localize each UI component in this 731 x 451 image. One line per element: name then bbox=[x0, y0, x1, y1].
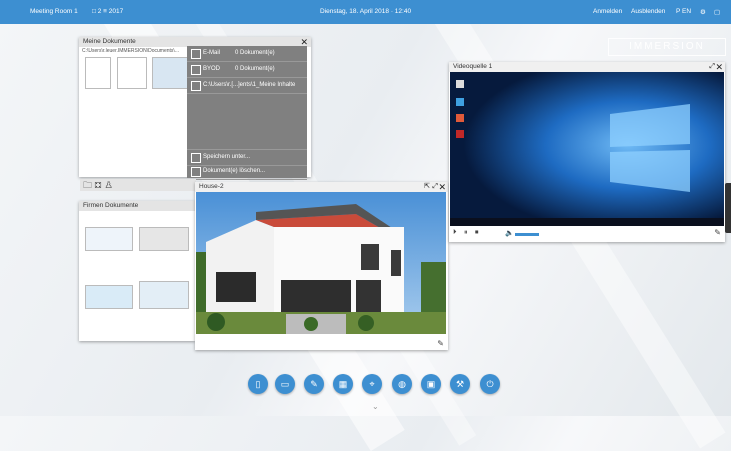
expand-icon[interactable]: ⤢ bbox=[432, 182, 438, 192]
power-icon[interactable]: ⏻ bbox=[480, 374, 500, 394]
document-thumbnail[interactable] bbox=[117, 57, 147, 89]
document-thumbnail[interactable] bbox=[85, 227, 133, 251]
play-icon[interactable]: ⏵ bbox=[453, 229, 457, 237]
menu-item-delete[interactable]: Dokument(e) löschen... bbox=[187, 164, 307, 180]
share-icon[interactable]: ⇱ bbox=[424, 182, 430, 192]
grid-icon[interactable]: ⚃ bbox=[95, 180, 102, 190]
stop-icon[interactable]: ⏹ bbox=[475, 229, 479, 237]
expand-icon[interactable]: ⤢ bbox=[709, 62, 715, 72]
pause-icon[interactable]: ⏸ bbox=[464, 229, 468, 237]
brand-logo: IMMERSION bbox=[608, 38, 726, 56]
company-documents-window: Firmen Dokumente bbox=[79, 201, 195, 341]
globe-icon[interactable]: ◍ bbox=[392, 374, 412, 394]
context-menu: E-Mail 0 Dokument(e) BYOD 0 Dokument(e) C:… bbox=[187, 46, 307, 180]
folder-toolbar: 🗀 ⚃ ♙ bbox=[80, 179, 196, 191]
window-title: Firmen Dokumente bbox=[79, 201, 195, 211]
device-icon bbox=[191, 65, 201, 75]
volume-slider[interactable] bbox=[515, 233, 539, 236]
wrench-icon[interactable]: ⚒ bbox=[450, 374, 470, 394]
close-icon[interactable]: ✕ bbox=[438, 182, 446, 192]
grid-icon[interactable]: ▦ bbox=[333, 374, 353, 394]
annotate-icon[interactable]: ✎ bbox=[714, 228, 721, 237]
ausblenden-button[interactable]: Ausblenden bbox=[631, 8, 665, 15]
language-button[interactable]: P EN bbox=[676, 8, 691, 15]
close-icon[interactable]: ✕ bbox=[715, 62, 723, 72]
user-icon[interactable]: ♙ bbox=[104, 180, 113, 190]
document-thumbnail[interactable] bbox=[85, 57, 111, 89]
house-window: House-2 ⇱ ⤢ ✕ ✎ bbox=[195, 182, 448, 350]
session-info: □ 2 ≡ 2017 bbox=[92, 8, 124, 15]
path-label: C:\Users\r.leuer.IMMERSION\Documents\... bbox=[82, 48, 179, 54]
top-bar: Meeting Room 1 □ 2 ≡ 2017 Dienstag, 18. … bbox=[0, 0, 731, 24]
save-icon bbox=[191, 153, 201, 163]
document-icon[interactable]: ▯ bbox=[248, 374, 268, 394]
pen-icon[interactable]: ✎ bbox=[304, 374, 324, 394]
trash-icon bbox=[191, 167, 201, 177]
mail-icon bbox=[191, 49, 201, 59]
document-thumbnail[interactable] bbox=[139, 281, 189, 309]
folder-icon bbox=[191, 81, 201, 91]
gear-icon[interactable]: ⚙ bbox=[700, 8, 706, 16]
location-icon[interactable]: ⌖ bbox=[362, 374, 382, 394]
chevron-down-icon[interactable]: ⌄ bbox=[372, 402, 379, 411]
document-thumbnail[interactable] bbox=[152, 57, 188, 89]
document-thumbnail[interactable] bbox=[85, 285, 133, 309]
side-panel-handle[interactable] bbox=[725, 183, 731, 233]
anmelden-button[interactable]: Anmelden bbox=[593, 8, 622, 15]
camera-icon[interactable]: ▭ bbox=[275, 374, 295, 394]
menu-item-folder[interactable]: C:\Users\r.[...]ents\1_Meine Inhalte bbox=[187, 78, 307, 94]
datetime: Dienstag, 18. April 2018 · 12:40 bbox=[320, 8, 412, 15]
monitor-icon[interactable]: ▢ bbox=[714, 8, 720, 16]
folder-icon[interactable]: 🗀 bbox=[83, 180, 92, 190]
document-thumbnail[interactable] bbox=[139, 227, 189, 251]
menu-item-email[interactable]: E-Mail 0 Dokument(e) bbox=[187, 46, 307, 62]
video-window: Videoquelle 1 ⤢ ✕ ⏵ ⏸ ⏹ 🔈 ✎ bbox=[449, 62, 725, 242]
annotate-icon[interactable]: ✎ bbox=[437, 339, 444, 348]
menu-item-byod[interactable]: BYOD 0 Dokument(e) bbox=[187, 62, 307, 78]
video-screen bbox=[450, 72, 724, 226]
room-name[interactable]: Meeting Room 1 bbox=[30, 8, 78, 15]
house-photo bbox=[196, 192, 446, 334]
volume-icon[interactable]: 🔈 bbox=[505, 229, 514, 237]
window-title: Videoquelle 1 bbox=[449, 62, 725, 72]
window-title: House-2 bbox=[195, 182, 448, 192]
photo-icon[interactable]: ▣ bbox=[421, 374, 441, 394]
